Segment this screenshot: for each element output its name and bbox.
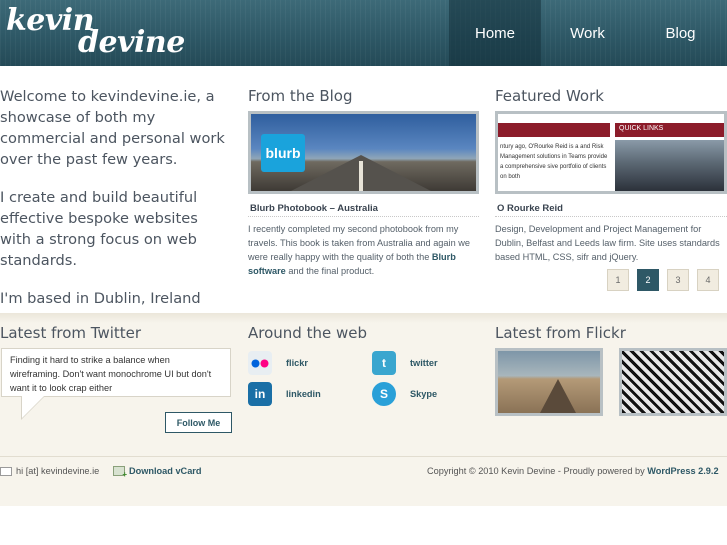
road-line-graphic — [359, 161, 363, 191]
railway-graphic — [540, 379, 576, 413]
page-1-button[interactable]: 1 — [607, 269, 629, 291]
flickr-label: flickr — [286, 358, 308, 368]
featured-work-image[interactable]: QUICK LINKS ntury ago, O'Rourke Reid is … — [495, 111, 727, 194]
site-header: kevin devine Home Work Blog — [0, 0, 727, 66]
work-pagination: 1 2 3 4 — [607, 269, 719, 291]
blog-excerpt-part2: and the final product. — [285, 266, 375, 276]
follow-me-button[interactable]: Follow Me — [165, 412, 232, 433]
copyright-text: Copyright © 2010 Kevin Devine - Proudly … — [427, 466, 648, 476]
blog-post-title[interactable]: Blurb Photobook – Australia — [250, 203, 378, 214]
flickr-photo-roof[interactable] — [619, 348, 727, 416]
blog-heading: From the Blog — [248, 87, 353, 105]
web-heading: Around the web — [248, 324, 367, 342]
main-nav: Home Work Blog — [449, 0, 727, 66]
twitter-icon: t — [372, 351, 396, 375]
download-vcard-link[interactable]: Download vCard — [113, 466, 202, 479]
work-description: Design, Development and Project Manageme… — [495, 224, 720, 262]
wordpress-link[interactable]: WordPress 2.9.2 — [647, 466, 718, 476]
mail-icon — [0, 466, 12, 476]
intro-location: I'm based in Dublin, Ireland — [0, 290, 201, 307]
nav-work[interactable]: Work — [541, 0, 634, 66]
work-heading: Featured Work — [495, 87, 604, 105]
blurb-logo: blurb — [261, 134, 305, 172]
blog-divider — [248, 216, 479, 217]
vcard-icon — [113, 466, 127, 479]
flickr-photo-railway[interactable] — [495, 348, 603, 416]
page-4-button[interactable]: 4 — [697, 269, 719, 291]
skype-icon: S — [372, 382, 396, 406]
site-footer — [0, 456, 727, 506]
skype-link[interactable]: S Skype — [372, 382, 437, 406]
intro-create: I create and build beautiful effective b… — [0, 189, 198, 269]
skype-label: Skype — [410, 389, 438, 399]
linkedin-label: linkedin — [286, 389, 321, 399]
page-2-button[interactable]: 2 — [637, 269, 659, 291]
download-vcard-label: Download vCard — [129, 466, 202, 476]
footer-copyright: Copyright © 2010 Kevin Devine - Proudly … — [427, 466, 719, 476]
intro-text: Welcome to kevindevine.ie, a showcase of… — [0, 86, 232, 326]
blog-post-image[interactable]: blurb — [248, 111, 479, 194]
preview-header-bar — [498, 123, 610, 137]
page-3-button[interactable]: 3 — [667, 269, 689, 291]
twitter-heading: Latest from Twitter — [0, 324, 142, 342]
work-divider — [495, 216, 727, 217]
preview-quick-links: QUICK LINKS — [615, 123, 724, 137]
linkedin-icon: in — [248, 382, 272, 406]
twitter-link[interactable]: t twitter — [372, 351, 438, 375]
linkedin-link[interactable]: in linkedin — [248, 382, 321, 406]
preview-photo — [615, 140, 724, 191]
twitter-label: twitter — [410, 358, 438, 368]
footer-email[interactable]: hi [at] kevindevine.ie — [0, 466, 99, 476]
blog-post-excerpt: I recently completed my second photobook… — [248, 222, 479, 278]
work-title[interactable]: O Rourke Reid — [497, 203, 563, 214]
logo-line-devine: devine — [78, 25, 185, 60]
flickr-heading: Latest from Flickr — [495, 324, 626, 342]
flickr-icon — [248, 351, 272, 375]
flickr-link[interactable]: flickr — [248, 351, 308, 375]
tweet-bubble-tail — [22, 396, 44, 418]
preview-text: ntury ago, O'Rourke Reid is a and Risk M… — [500, 144, 608, 180]
site-logo[interactable]: kevin devine — [6, 6, 185, 58]
roof-graphic — [622, 351, 724, 413]
latest-tweet: Finding it hard to strike a balance when… — [1, 348, 231, 397]
intro-welcome: Welcome to kevindevine.ie, a showcase of… — [0, 88, 225, 168]
footer-email-text: hi [at] kevindevine.ie — [16, 466, 100, 476]
nav-home[interactable]: Home — [449, 0, 541, 66]
nav-blog[interactable]: Blog — [634, 0, 727, 66]
